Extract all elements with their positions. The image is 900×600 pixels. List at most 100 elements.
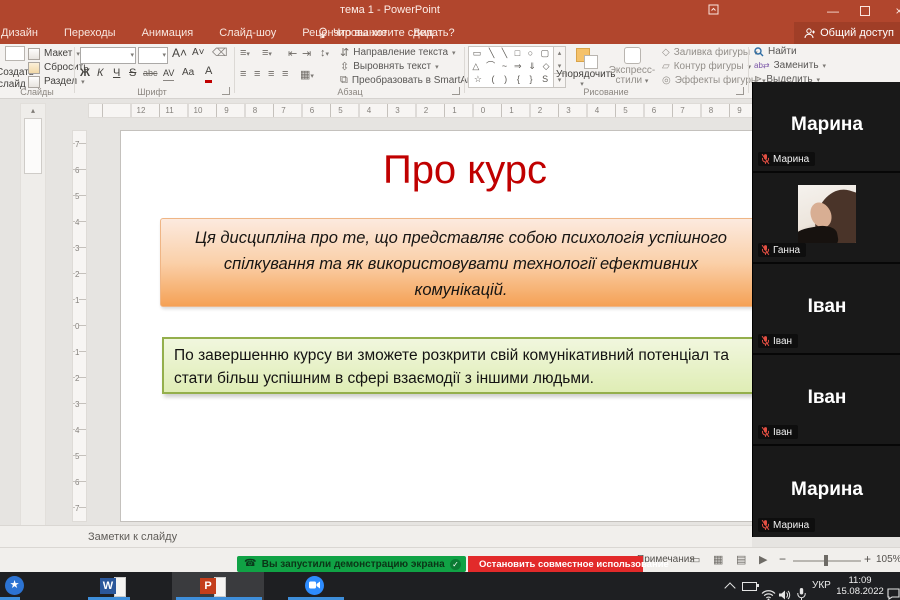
layout-button[interactable]: Макет▾ — [28, 47, 80, 60]
ribbon-display-options-button[interactable] — [700, 2, 726, 20]
powerpoint-icon: P — [200, 578, 216, 594]
slide-textbox-intro[interactable]: Ця дисципліна про те, що представляє соб… — [160, 218, 762, 307]
scrollbar-up-icon[interactable]: ▴ — [21, 104, 45, 117]
convert-smartart-button[interactable]: ⧉Преобразовать в SmartArt▾ — [340, 74, 481, 87]
shape-icon[interactable]: ▭ — [473, 47, 482, 60]
subscript-button[interactable]: abc — [143, 66, 158, 80]
participant-tile-Іван[interactable]: ІванІван — [753, 264, 900, 355]
change-case-button[interactable]: Aa — [182, 66, 194, 80]
scrollbar-thumb[interactable] — [24, 118, 42, 174]
maximize-button[interactable] — [852, 2, 878, 20]
font-size-combo[interactable]: ▾ — [138, 47, 168, 64]
zoom-level[interactable]: 105% — [876, 554, 900, 565]
shape-icon[interactable]: ☆ — [474, 73, 482, 86]
bullets-button[interactable]: ≡▾ — [240, 47, 250, 59]
italic-button[interactable]: К — [97, 66, 103, 80]
slide-title[interactable]: Про курс — [120, 144, 810, 196]
shrink-font-button[interactable]: А˅ — [192, 46, 205, 60]
numbering-button[interactable]: ≡▾ — [262, 47, 272, 59]
paragraph-dialog-launcher[interactable] — [452, 87, 460, 95]
align-text-button[interactable]: ⇳Выровнять текст▾ — [340, 60, 439, 73]
tab-Дизайн[interactable]: Дизайн — [0, 27, 51, 39]
align-right-button[interactable]: ≡ — [268, 68, 274, 80]
align-left-button[interactable]: ≡ — [240, 68, 246, 80]
tray-expand-chevron[interactable] — [724, 582, 735, 593]
columns-button[interactable]: ▦▾ — [300, 68, 314, 81]
shape-effects-button[interactable]: ◎Эффекты фигуры▾ — [662, 74, 766, 87]
align-center-button[interactable]: ≡ — [254, 68, 260, 80]
notes-pane[interactable]: Заметки к слайду — [0, 525, 752, 548]
drawing-dialog-launcher[interactable] — [736, 87, 744, 95]
participant-tile-Іван[interactable]: ІванІван — [753, 355, 900, 446]
shape-icon[interactable]: ⌒ — [486, 60, 495, 73]
reading-view-icon[interactable]: ▤ — [736, 553, 746, 566]
slide-textbox-outcome[interactable]: По завершенню курсу ви зможете розкрити … — [162, 337, 763, 394]
tab-Анимация[interactable]: Анимация — [129, 27, 207, 39]
shape-icon[interactable]: ~ — [502, 60, 507, 73]
replace-button[interactable]: ab⇄Заменить▾ — [754, 59, 826, 72]
shape-icon[interactable]: } — [529, 73, 532, 86]
shape-fill-button[interactable]: ◇Заливка фигуры▾ — [662, 46, 758, 59]
line-spacing-button[interactable]: ↕▾ — [320, 47, 329, 59]
language-indicator[interactable]: УКР — [812, 580, 831, 591]
font-dialog-launcher[interactable] — [222, 87, 230, 95]
grow-font-button[interactable]: А˄ — [172, 46, 187, 60]
scroll-up-icon[interactable]: ▴ — [554, 47, 565, 60]
close-button[interactable]: × — [886, 2, 900, 20]
shape-icon[interactable]: ╲ — [502, 47, 507, 60]
character-spacing-button[interactable]: AV — [163, 66, 174, 81]
shape-icon[interactable]: ) — [504, 73, 507, 86]
minimize-button[interactable]: — — [820, 2, 846, 20]
action-center-icon[interactable] — [887, 580, 900, 600]
thumbnail-pane-scrollbar[interactable]: ▴ ▾ — [20, 103, 46, 563]
shape-icon[interactable]: ○ — [528, 47, 533, 60]
font-name-combo[interactable]: ▾ — [80, 47, 136, 64]
participant-tile-Марина[interactable]: МаринаМарина — [753, 82, 900, 173]
clock[interactable]: 11:09 15.08.2022 — [832, 575, 888, 597]
justify-button[interactable]: ≡ — [282, 68, 288, 80]
stop-share-button[interactable]: Остановить совместное использование — [468, 556, 643, 572]
participant-tile-Марина[interactable]: МаринаМарина — [753, 446, 900, 537]
strikethrough-button[interactable]: S — [129, 66, 136, 80]
tab-Слайд-шоу[interactable]: Слайд-шоу — [206, 27, 289, 39]
taskbar-star-app-button[interactable]: ★ — [5, 576, 24, 595]
tell-me-box[interactable]: Что вы хотите сделать? — [318, 22, 455, 44]
shapes-gallery[interactable]: ▭ ╲ ╲ □ ○ ▢ △ ⌒ ~ ⇒ ⇓ ◇ ☆ () {} S — [468, 46, 554, 88]
decrease-indent-button[interactable]: ⇤ — [288, 47, 297, 60]
shape-icon[interactable]: ⇒ — [514, 60, 522, 73]
speaker-icon[interactable] — [779, 581, 791, 600]
zoom-slider-thumb[interactable] — [824, 555, 828, 566]
microphone-icon[interactable] — [797, 580, 806, 600]
shape-icon[interactable]: { — [517, 73, 520, 86]
find-button[interactable]: Найти — [754, 45, 797, 58]
taskbar-word-button[interactable]: W — [100, 576, 126, 596]
slide-sorter-icon[interactable]: ▦ — [713, 553, 723, 566]
underline-button[interactable]: Ч — [113, 66, 120, 80]
shape-icon[interactable]: ◇ — [543, 60, 550, 73]
taskbar-powerpoint-button[interactable]: P — [200, 576, 226, 596]
zoom-out-button[interactable]: − — [779, 552, 786, 566]
shape-icon[interactable]: ( — [492, 73, 495, 86]
slideshow-icon[interactable]: ▶ — [759, 553, 767, 566]
increase-indent-button[interactable]: ⇥ — [302, 47, 311, 60]
taskbar-zoom-button[interactable] — [305, 576, 324, 595]
shape-icon[interactable]: ⇓ — [528, 60, 536, 73]
normal-view-icon[interactable]: ▭ — [690, 553, 700, 566]
font-color-button[interactable]: А — [205, 66, 212, 83]
shape-outline-button[interactable]: ▱Контур фигуры▾ — [662, 60, 751, 73]
battery-icon[interactable] — [742, 582, 757, 591]
tab-Переходы[interactable]: Переходы — [51, 27, 129, 39]
text-direction-button[interactable]: ⇵Направление текста▾ — [340, 46, 456, 59]
shape-icon[interactable]: ▢ — [541, 47, 550, 60]
wifi-icon[interactable] — [761, 581, 776, 600]
screen-share-status-text: Вы запустили демонстрацию экрана — [256, 559, 450, 570]
shape-icon[interactable]: △ — [472, 60, 479, 73]
clear-formatting-button[interactable]: ⌫ — [212, 46, 228, 60]
shape-icon[interactable]: S — [542, 73, 548, 86]
participant-tile-Ганна[interactable]: Ганна — [753, 173, 900, 264]
share-button[interactable]: Общий доступ — [794, 22, 900, 44]
bold-button[interactable]: Ж — [80, 66, 90, 80]
shape-icon[interactable]: □ — [515, 47, 520, 60]
zoom-in-button[interactable]: + — [864, 552, 871, 566]
shape-icon[interactable]: ╲ — [489, 47, 494, 60]
